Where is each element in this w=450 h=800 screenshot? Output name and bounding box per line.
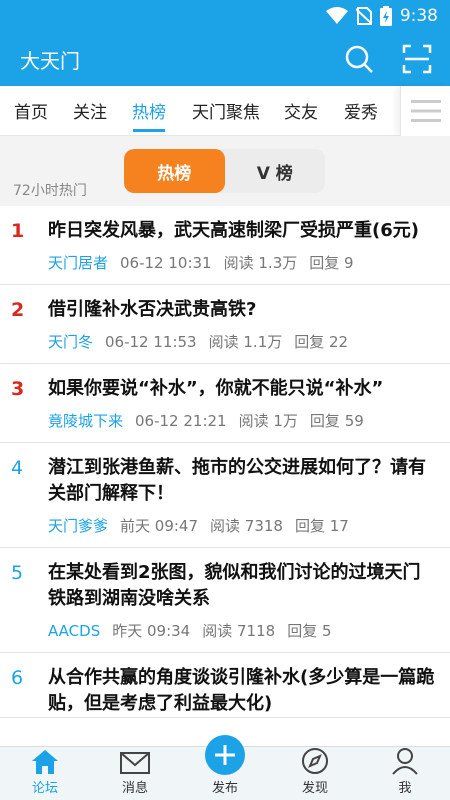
nav-publish[interactable]: 发布 [180, 735, 270, 800]
scan-button[interactable] [398, 40, 436, 78]
post-author[interactable]: AACDS [48, 620, 100, 642]
nav-messages[interactable]: 消息 [90, 747, 180, 800]
post-author[interactable]: 天门居者 [48, 252, 108, 274]
post-replies: 回复 9 [309, 254, 354, 272]
rank-number: 3 [11, 378, 25, 400]
post-time: 昨天 09:34 [112, 622, 191, 640]
bottom-nav: 论坛 消息 发布 发现 我 [0, 735, 450, 800]
status-bar: 9:38 [0, 0, 450, 32]
nav-label: 论坛 [31, 781, 58, 796]
post-author[interactable]: 竟陵城下来 [48, 410, 123, 432]
home-icon [32, 750, 58, 774]
mail-icon [120, 752, 150, 774]
search-icon [345, 45, 373, 73]
tab-home[interactable]: 首页 [10, 86, 52, 136]
list-item[interactable]: 4 潜江到张港鱼薪、拖市的公交进展如何了？请有关部门解释下！ 天门爹爹 前天 0… [0, 443, 450, 548]
tab-follow[interactable]: 关注 [70, 86, 110, 136]
post-title: 如果你要说“补水”，你就不能只说“补水” [48, 378, 384, 399]
tab-show[interactable]: 爱秀 [342, 86, 380, 136]
nav-label: 发布 [211, 781, 238, 796]
post-reads: 阅读 1.1万 [208, 333, 283, 351]
rank-number: 4 [11, 457, 24, 479]
menu-icon [410, 100, 441, 122]
no-sim-icon [355, 7, 372, 25]
nav-label: 我 [398, 781, 412, 796]
scan-icon [402, 44, 432, 74]
post-title: 昨日突发风暴，武天高速制梁厂受损严重(6元) [48, 220, 419, 241]
category-tabs: 首页 关注 热榜 天门聚焦 交友 爱秀 [0, 86, 450, 136]
list-item[interactable]: 6 从合作共赢的角度谈谈引隆补水(多少算是一篇跪贴，但是考虑了利益最大化) [0, 653, 450, 718]
user-icon [392, 748, 418, 775]
hot-ranking-button[interactable]: 热榜 [124, 149, 225, 193]
list-item[interactable]: 1 昨日突发风暴，武天高速制梁厂受损严重(6元) 天门居者 06-12 10:3… [0, 206, 450, 285]
nav-me[interactable]: 我 [360, 747, 450, 800]
post-list: 1 昨日突发风暴，武天高速制梁厂受损严重(6元) 天门居者 06-12 10:3… [0, 206, 450, 746]
tab-dating[interactable]: 交友 [282, 86, 320, 136]
compass-icon [302, 748, 328, 774]
ranking-header: 热榜 V 榜 72小时热门 [0, 136, 450, 206]
post-title: 潜江到张港鱼薪、拖市的公交进展如何了？请有关部门解释下！ [48, 457, 426, 504]
section-label: 72小时热门 [13, 183, 87, 199]
post-time: 06-12 10:31 [120, 254, 212, 272]
wifi-icon [325, 7, 348, 24]
tab-tianmen-focus[interactable]: 天门聚焦 [189, 86, 263, 136]
post-replies: 回复 59 [309, 412, 364, 430]
list-item[interactable]: 5 在某处看到2张图，貌似和我们讨论的过境天门铁路到湖南没啥关系 AACDS 昨… [0, 548, 450, 653]
post-reads: 阅读 1万 [238, 412, 298, 430]
app-title: 大天门 [20, 48, 80, 73]
nav-discover[interactable]: 发现 [270, 747, 360, 800]
tab-hot[interactable]: 热榜 [129, 86, 169, 136]
rank-number: 6 [11, 667, 24, 689]
publish-circle [205, 735, 245, 775]
post-title: 借引隆补水否决武贵高铁? [48, 299, 257, 320]
post-author[interactable]: 天门冬 [48, 331, 93, 353]
post-replies: 回复 5 [287, 622, 332, 640]
post-reads: 阅读 7318 [210, 517, 283, 535]
list-item[interactable]: 2 借引隆补水否决武贵高铁? 天门冬 06-12 11:53 阅读 1.1万 回… [0, 285, 450, 364]
plus-icon [215, 745, 235, 765]
post-title: 从合作共赢的角度谈谈引隆补水(多少算是一篇跪贴，但是考虑了利益最大化) [48, 667, 435, 714]
v-ranking-button[interactable]: V 榜 [225, 149, 326, 193]
status-time: 9:38 [399, 6, 438, 26]
list-item[interactable]: 3 如果你要说“补水”，你就不能只说“补水” 竟陵城下来 06-12 21:21… [0, 364, 450, 443]
post-title: 在某处看到2张图，貌似和我们讨论的过境天门铁路到湖南没啥关系 [48, 562, 421, 609]
battery-icon [379, 6, 392, 26]
post-time: 06-12 21:21 [135, 412, 227, 430]
post-time: 前天 09:47 [120, 517, 199, 535]
nav-label: 发现 [301, 781, 328, 796]
post-replies: 回复 17 [294, 517, 349, 535]
nav-forum[interactable]: 论坛 [0, 747, 90, 800]
rank-number: 5 [11, 562, 24, 584]
post-author[interactable]: 天门爹爹 [48, 515, 108, 537]
tab-menu-button[interactable] [400, 86, 450, 136]
rank-number: 1 [11, 220, 25, 242]
rank-number: 2 [11, 299, 25, 321]
post-reads: 阅读 1.3万 [223, 254, 298, 272]
post-reads: 阅读 7118 [202, 622, 276, 640]
post-replies: 回复 22 [294, 333, 349, 351]
post-time: 06-12 11:53 [105, 333, 197, 351]
app-bar: 大天门 [0, 32, 450, 86]
nav-label: 消息 [121, 781, 148, 796]
ranking-switch: 热榜 V 榜 [124, 149, 325, 193]
search-button[interactable] [340, 40, 378, 78]
